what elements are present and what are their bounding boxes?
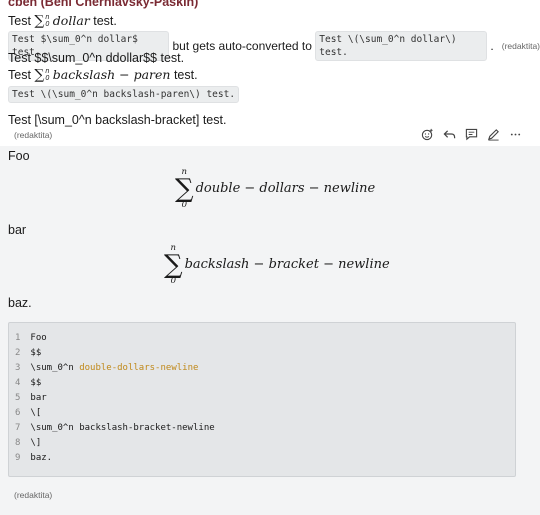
line-number: 8	[15, 438, 21, 448]
message-highlighted: Foo n ∑ 0 double − dollars − newline bar…	[0, 146, 540, 515]
paragraph-foo: Foo	[8, 149, 30, 163]
sum-sup: n	[45, 68, 50, 75]
inline-code: Test \(\sum_0^n backslash-paren\) test.	[8, 86, 240, 103]
line-paren-code: Test \(\sum_0^n backslash-paren\) test.	[8, 86, 240, 103]
math-text: double − dollars − newline	[195, 181, 376, 196]
line-backslash-paren: Test ∑ n 0 backslash − paren test.	[8, 67, 198, 83]
text: Test	[8, 14, 35, 28]
code-line: 3 \sum_0^n double-dollars-newline	[15, 361, 198, 376]
comment-icon[interactable]	[464, 127, 478, 141]
inline-sum: ∑ n 0	[34, 13, 49, 29]
code-line: 8 \]	[15, 436, 41, 451]
line-backslash-bracket: Test [\sum_0^n backslash-bracket] test.	[8, 113, 227, 127]
code-block[interactable]: 1 Foo 2 $$ 3 \sum_0^n double-dollars-new…	[8, 322, 516, 477]
code-line: 7 \sum_0^n backslash-bracket-newline	[15, 421, 215, 436]
sigma-glyph: ∑	[34, 67, 45, 83]
edited-label: (redaktita)	[14, 130, 53, 140]
line-number: 6	[15, 408, 21, 418]
math-text: backslash − paren	[52, 67, 171, 82]
line-number: 9	[15, 453, 21, 463]
line-number: 2	[15, 348, 21, 358]
code-line: 5 bar	[15, 391, 47, 406]
code-line: 9 baz.	[15, 451, 52, 466]
reply-icon[interactable]	[442, 127, 456, 141]
code-line: 6 \[	[15, 406, 41, 421]
sigma-glyph: ∑	[164, 249, 183, 280]
code-text: $$	[30, 348, 42, 358]
code-highlight: double-dollars-newline	[79, 363, 199, 373]
sum-operator: n ∑ 0	[175, 168, 194, 209]
text: but gets auto-converted to	[169, 39, 316, 53]
line-number: 3	[15, 363, 21, 373]
text: .	[490, 39, 494, 53]
math-text: dollar	[52, 13, 90, 28]
sum-sup: n	[45, 14, 50, 21]
math-text: backslash − bracket − newline	[184, 257, 390, 272]
message-toolbar	[420, 127, 522, 141]
edited-label: (redaktita)	[14, 490, 53, 500]
edit-icon[interactable]	[486, 127, 500, 141]
code-text: $$	[30, 378, 42, 388]
inline-code: Test \(\sum_0^n dollar\) test.	[315, 31, 488, 61]
code-text: Foo	[30, 333, 47, 343]
line-number: 5	[15, 393, 21, 403]
paragraph-baz: baz.	[8, 296, 32, 310]
more-icon[interactable]	[508, 127, 522, 141]
code-text: \[	[30, 408, 42, 418]
code-text: \]	[30, 438, 42, 448]
text: Test	[8, 68, 35, 82]
emoji-add-icon[interactable]	[420, 127, 434, 141]
edited-label: (redaktita)	[501, 41, 540, 51]
line-number: 4	[15, 378, 21, 388]
line-dollar: Test ∑ n 0 dollar test.	[8, 13, 117, 29]
display-math-1: n ∑ 0 double − dollars − newline	[175, 168, 375, 209]
sum-sub: 0	[45, 21, 50, 28]
sigma-glyph: ∑	[175, 173, 194, 204]
text: test.	[173, 68, 198, 82]
sum-operator: n ∑ 0	[164, 244, 183, 285]
code-line: 2 $$	[15, 346, 41, 361]
author-name[interactable]: cben (Beni Cherniavsky-Paškin)	[8, 0, 198, 9]
line-ddollar: Test $$\sum_0^n ddollar$$ test.	[8, 51, 185, 65]
sum-sub: 0	[45, 75, 50, 82]
sigma-glyph: ∑	[34, 13, 45, 29]
line-number: 1	[15, 333, 21, 343]
code-line: 1 Foo	[15, 331, 47, 346]
code-text: bar	[30, 393, 47, 403]
sum-sub: 0	[170, 275, 176, 286]
sum-sub: 0	[181, 199, 187, 210]
text: test.	[93, 14, 117, 28]
line-number: 7	[15, 423, 21, 433]
inline-sum: ∑ n 0	[34, 67, 49, 83]
display-math-2: n ∑ 0 backslash − bracket − newline	[164, 244, 390, 285]
code-text: baz.	[30, 453, 53, 463]
code-text: \sum_0^n	[30, 363, 80, 373]
code-line: 4 $$	[15, 376, 41, 391]
paragraph-bar: bar	[8, 223, 27, 237]
code-text: \sum_0^n backslash-bracket-newline	[30, 423, 215, 433]
